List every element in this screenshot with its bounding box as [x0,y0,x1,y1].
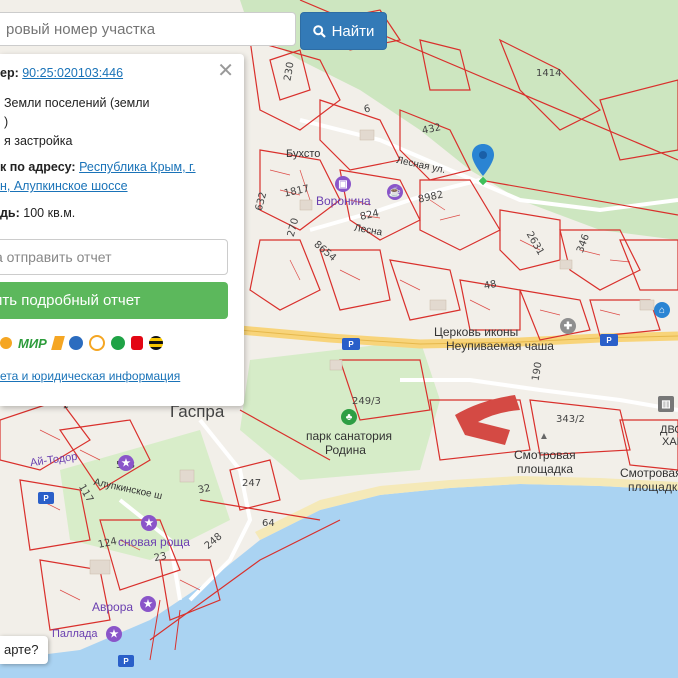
viewpoint-label: Смотровая [514,448,576,462]
search-button-label: Найти [331,22,375,40]
viewpoint2-label: Смотровая [620,466,678,480]
church-icon[interactable]: ✚ [560,318,576,334]
church-label-2: Неупиваемая чаша [446,339,554,353]
mir-logo: МИР [18,335,47,351]
bus-stop-icon[interactable]: P [38,492,54,504]
map-help-bubble[interactable]: арте? [0,636,49,664]
hotel-icon[interactable]: ★ [141,515,157,531]
search-button[interactable]: Найти [300,12,387,50]
viewpoint-label-2: площадка [517,462,574,476]
hotel-icon[interactable]: ★ [140,596,156,612]
ushastoe-label: Бухсто [286,148,321,160]
pallada-label: Паллада [52,628,98,640]
qiwi-icon [88,335,105,351]
area-value: 100 кв.м. [23,206,76,220]
hotel-icon[interactable]: ⌂ [654,302,670,318]
cadastral-search-input[interactable] [0,12,296,46]
webmoney-icon [68,336,83,350]
address-row-2: н, Алупкинское шоссе [0,179,128,193]
parcel-info-panel: ✕ ер: 90:25:020103:446 Земли поселений (… [0,54,244,406]
mts-icon [130,336,143,350]
beeline-icon [148,336,163,350]
bus-stop-icon[interactable]: P [600,334,618,346]
plot-number: 247 [242,478,262,489]
park-label: парк санатория [306,429,393,443]
location-marker-icon[interactable] [470,142,496,190]
hotel-icon[interactable]: ★ [118,455,134,471]
cafe-icon[interactable]: ☕ [387,184,403,200]
address-link-1[interactable]: Республика Крым, г. [79,160,195,174]
plot-number: 343/2 [556,414,585,425]
search-bar: Найти [0,12,387,50]
cadastral-row: ер: 90:25:020103:446 [0,66,123,80]
har-label: ХАР [662,436,678,448]
address-row: к по адресу: Республика Крым, г. [0,160,196,174]
viewpoint-icon[interactable]: ▲ [536,428,552,444]
bus-stop-icon[interactable]: P [342,338,360,350]
area-label: дь: [0,206,20,220]
cadastral-number-link[interactable]: 90:25:020103:446 [22,66,123,80]
yandex-money-icon [50,336,65,350]
address-label: к по адресу: [0,160,76,174]
museum-icon[interactable]: ▥ [658,396,674,412]
park-label-2: Родина [325,443,366,457]
address-link-2[interactable]: н, Алупкинское шоссе [0,179,128,193]
park-icon[interactable]: ♣ [341,409,357,425]
payment-methods: МИР [0,332,163,354]
area-row: дь: 100 кв.м. [0,206,75,220]
cadastral-label: ер: [0,66,19,80]
bus-stop-icon[interactable]: P [118,655,134,667]
viewpoint2-label-2: площадка [628,480,678,494]
search-icon [312,24,326,38]
sosnovaya-label: сновая роща [118,535,190,549]
hotel-icon[interactable]: ★ [106,626,122,642]
legal-info-link[interactable]: ета и юридическая информация [0,369,180,383]
category-line-1: Земли поселений (земли [4,96,150,110]
category-line-2: ) [4,115,9,129]
sberbank-icon [110,336,125,350]
vorontsova-label: Воронина [316,194,371,208]
plot-number: 1414 [536,68,562,79]
email-field[interactable]: а отправить отчет [0,239,228,275]
mastercard-icon [0,337,12,349]
plot-number: 64 [262,518,275,529]
shop-icon[interactable]: ▣ [335,176,351,192]
plot-number: 249/3 [352,396,381,407]
get-report-button[interactable]: ить подробный отчет [0,282,228,319]
avrora-label: Аврора [92,600,134,614]
close-icon[interactable]: ✕ [217,58,234,83]
church-label: Церковь иконы [434,325,519,339]
use-line: я застройка [4,134,73,148]
dvorets-label: ДВО [660,424,678,436]
